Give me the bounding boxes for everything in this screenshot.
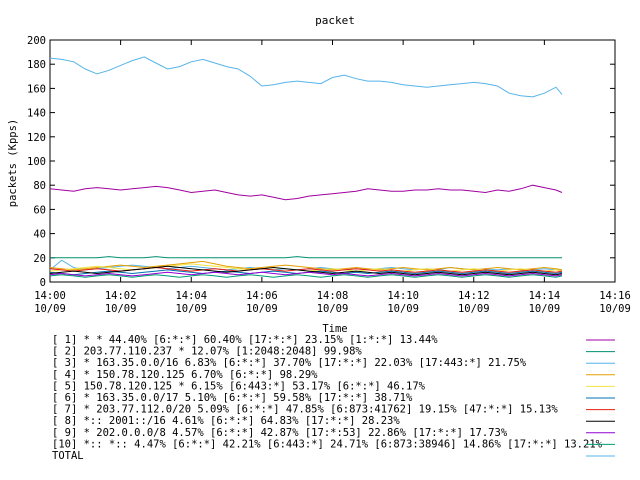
legend-label: [ 6] * 163.35.0.0/17 5.10% [6:*:*] 59.58… <box>52 392 413 404</box>
legend-label: [10] *:: *:: 4.47% [6:*:*] 42.21% [6:443… <box>52 438 603 450</box>
y-tick-label: 180 <box>27 59 46 71</box>
y-tick-label: 40 <box>33 229 46 241</box>
chart-title: packet <box>315 14 355 27</box>
x-tick-date: 10/09 <box>529 303 561 315</box>
x-tick-time: 14:02 <box>105 290 137 302</box>
x-tick-time: 14:12 <box>458 290 490 302</box>
x-tick-time: 14:16 <box>599 290 631 302</box>
x-tick-time: 14:00 <box>34 290 66 302</box>
x-tick-date: 10/09 <box>317 303 349 315</box>
legend-label: [ 1] * * 44.40% [6:*:*] 60.40% [17:*:*] … <box>52 334 438 346</box>
y-tick-label: 80 <box>33 180 46 192</box>
y-tick-label: 140 <box>27 108 46 120</box>
packet-chart: packet packets (Kpps) 0 20 40 60 80 100 120 140… <box>7 14 631 462</box>
y-tick-label: 200 <box>27 35 46 47</box>
y-tick-label: 160 <box>27 83 46 95</box>
legend-label: [ 5] 150.78.120.125 * 6.15% [6:443:*] 53… <box>52 380 426 392</box>
x-tick-date: 10/09 <box>246 303 278 315</box>
x-tick-date: 10/09 <box>458 303 490 315</box>
x-tick-date: 10/09 <box>105 303 137 315</box>
x-tick-time: 14:10 <box>387 290 419 302</box>
legend-label: TOTAL <box>52 450 84 462</box>
x-tick-date: 10/09 <box>34 303 66 315</box>
x-tick-date: 10/09 <box>175 303 207 315</box>
y-axis-label: packets (Kpps) <box>7 119 19 208</box>
x-tick-time: 14:06 <box>246 290 278 302</box>
y-tick-label: 120 <box>27 132 46 144</box>
series-line-11 <box>49 56 563 98</box>
legend-label: [ 9] * 202.0.0.0/8 4.57% [6:*:*] 42.87% … <box>52 427 508 439</box>
legend-label: [ 7] * 203.77.112.0/20 5.09% [6:*:*] 47.… <box>52 404 558 416</box>
legend-label: [ 2] 203.77.110.237 * 12.07% [1:2048:204… <box>52 346 362 358</box>
series-line-2 <box>50 256 562 259</box>
x-tick-time: 14:04 <box>175 290 207 302</box>
legend-label: [ 4] * 150.78.120.125 6.70% [6:*:*] 98.2… <box>52 369 318 381</box>
y-tick-label: 20 <box>33 253 46 265</box>
legend-label: [ 8] *:: 2001::/16 4.61% [6:*:*] 64.83% … <box>52 415 400 427</box>
series-line-1 <box>49 184 563 201</box>
legend-label: [ 3] * 163.35.0.0/16 6.83% [6:*:*] 37.70… <box>52 357 527 369</box>
x-tick-time: 14:08 <box>317 290 349 302</box>
y-tick-label: 100 <box>27 156 46 168</box>
x-tick-date: 10/09 <box>599 303 631 315</box>
legend: [ 1] * * 44.40% [6:*:*] 60.40% [17:*:*] … <box>52 334 615 462</box>
y-tick-label: 0 <box>40 277 46 289</box>
y-axis-label-text: packets (Kpps) <box>7 119 19 208</box>
x-tick-time: 14:14 <box>529 290 561 302</box>
series-lines <box>49 56 563 278</box>
x-tick-date: 10/09 <box>387 303 419 315</box>
plot-frame <box>49 39 616 283</box>
y-tick-label: 60 <box>33 204 46 216</box>
